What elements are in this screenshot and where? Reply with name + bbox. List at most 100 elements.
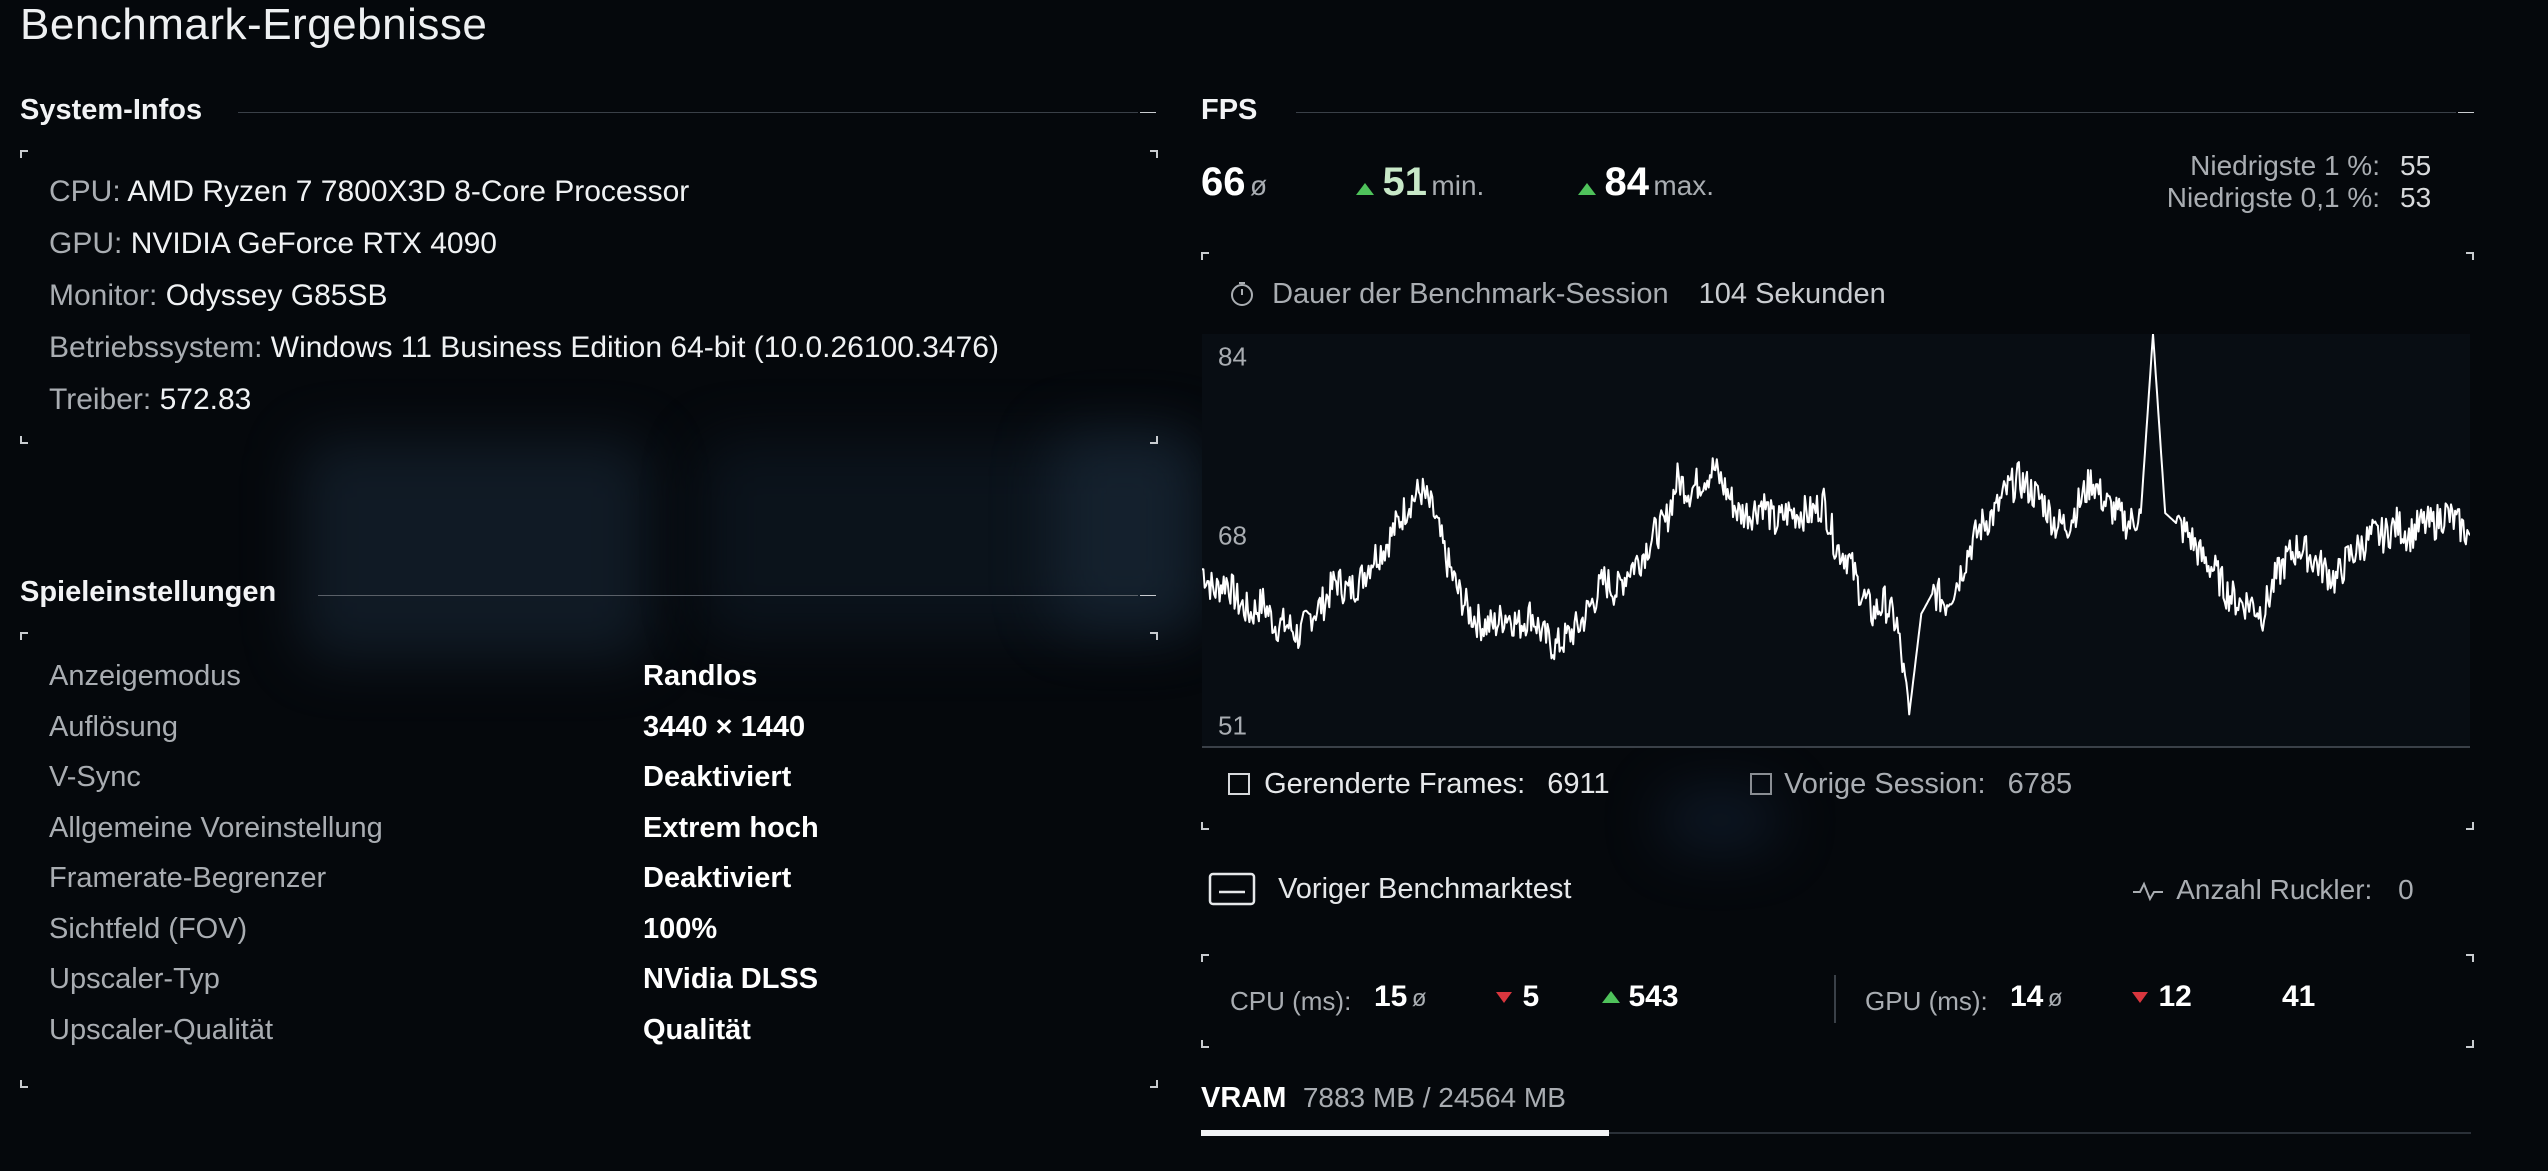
vram: VRAM 7883 MB / 24564 MB <box>1201 1082 1566 1115</box>
gpu-max-value: 41 <box>2282 980 2316 1013</box>
vram-fill-bar <box>1201 1130 1609 1136</box>
gpu-min-value: 12 <box>2158 980 2192 1013</box>
frame-corner <box>1201 954 1209 962</box>
setting-label: Allgemeine Voreinstellung <box>49 812 383 844</box>
cpu-min-value: 5 <box>1522 980 1540 1013</box>
low-01-label: Niedrigste 0,1 %: <box>2166 182 2380 213</box>
gpu-min: 12 <box>2132 980 2192 1014</box>
pulse-icon <box>2133 881 2163 902</box>
arrow-down-icon <box>2132 992 2148 1003</box>
page-title: Benchmark-Ergebnisse <box>20 0 488 49</box>
chart-background <box>1202 334 2470 748</box>
setting-label: Sichtfeld (FOV) <box>49 913 248 945</box>
previous-session-label: Vorige Session: <box>1784 768 1986 800</box>
section-dash <box>1140 595 1156 596</box>
arrow-down-icon <box>1496 992 1512 1003</box>
stutter-count: Anzahl Ruckler: 0 <box>2132 874 2414 906</box>
cpu-ms-label-text: CPU (ms): <box>1230 986 1352 1016</box>
y-tick-label: 51 <box>1218 711 1247 741</box>
cpu-max: 543 <box>1602 980 1679 1014</box>
system-info-os: Betriebssystem: Windows 11 Business Edit… <box>49 331 999 365</box>
previous-benchmark-label: Voriger Benchmarktest <box>1278 873 1572 905</box>
frame-corner <box>1150 436 1158 444</box>
frame-corner <box>20 150 28 158</box>
section-dash <box>2458 112 2474 113</box>
cpu-label: CPU: <box>49 175 121 208</box>
frame-corner <box>1201 822 1209 830</box>
system-info-monitor: Monitor: Odyssey G85SB <box>49 279 387 313</box>
cpu-gpu-divider <box>1834 975 1836 1023</box>
gpu-average-value: 14 <box>2010 980 2044 1013</box>
section-divider <box>318 595 1138 596</box>
y-tick-label: 68 <box>1218 520 1247 550</box>
arrow-up-icon <box>1356 183 1374 195</box>
frame-corner <box>1201 1040 1209 1048</box>
fps-average-value: 66 <box>1201 160 1246 204</box>
section-divider <box>238 112 1138 113</box>
vram-value: 7883 MB / 24564 MB <box>1302 1082 1566 1113</box>
setting-value: Deaktiviert <box>643 761 792 793</box>
system-info-driver: Treiber: 572.83 <box>49 383 251 417</box>
background-blur <box>1050 430 1200 630</box>
fps-max-unit: max. <box>1653 170 1715 201</box>
game-settings-heading: Spieleinstellungen <box>20 576 277 608</box>
gpu-label: GPU: <box>49 227 123 260</box>
arrow-up-icon <box>1602 991 1620 1003</box>
setting-label: Auflösung <box>49 711 178 743</box>
rendered-frames: Gerenderte Frames: 6911 <box>1228 768 1610 801</box>
gpu-value: NVIDIA GeForce RTX 4090 <box>130 227 497 260</box>
low-01-value: 53 <box>2400 182 2432 213</box>
setting-label: V-Sync <box>49 761 141 793</box>
setting-value: Extrem hoch <box>643 812 819 844</box>
gpu-average: 14 ø <box>2010 980 2063 1014</box>
background-blur <box>300 440 650 660</box>
setting-value: Deaktiviert <box>643 862 792 894</box>
arrow-up-icon <box>1578 183 1596 195</box>
setting-label: Anzeigemodus <box>49 660 241 692</box>
fps-max-value: 84 <box>1604 160 1649 204</box>
driver-value: 572.83 <box>159 383 252 416</box>
os-value: Windows 11 Business Edition 64-bit (10.0… <box>270 331 999 364</box>
section-divider <box>1296 112 2456 113</box>
cpu-average-unit: ø <box>1411 985 1427 1012</box>
previous-session-checkbox[interactable] <box>1750 773 1772 795</box>
session-duration: Dauer der Benchmark-Session 104 Sekunden <box>1228 278 1886 311</box>
stopwatch-icon <box>1231 282 1253 306</box>
os-label: Betriebssystem: <box>49 331 263 364</box>
stutter-label: Anzahl Ruckler: <box>2176 874 2373 905</box>
frame-corner <box>1150 1080 1158 1088</box>
fps-min-value: 51 <box>1382 160 1427 204</box>
gpu-average-unit: ø <box>2047 985 2063 1012</box>
setting-label: Framerate-Begrenzer <box>49 862 327 894</box>
cpu-average-value: 15 <box>1374 980 1408 1013</box>
cpu-min: 5 <box>1496 980 1539 1014</box>
setting-value: 100% <box>643 913 718 945</box>
system-info-cpu: CPU: AMD Ryzen 7 7800X3D 8-Core Processo… <box>49 175 689 209</box>
fps-average-unit: ø <box>1249 170 1268 201</box>
cpu-value: AMD Ryzen 7 7800X3D 8-Core Processor <box>127 175 690 208</box>
previous-benchmark-button[interactable]: Voriger Benchmarktest <box>1208 872 1571 906</box>
frame-corner <box>2466 822 2474 830</box>
monitor-value: Odyssey G85SB <box>165 279 388 312</box>
setting-value: Randlos <box>643 660 758 692</box>
session-duration-value: 104 Sekunden <box>1698 278 1886 310</box>
frame-corner <box>1150 150 1158 158</box>
previous-session: Vorige Session: 6785 <box>1750 768 2072 801</box>
frame-corner <box>20 632 28 640</box>
frame-corner <box>2466 954 2474 962</box>
rendered-frames-label: Gerenderte Frames: <box>1264 768 1526 800</box>
fps-max: 84 max. <box>1578 160 1714 205</box>
setting-value: 3440 × 1440 <box>643 711 806 743</box>
system-info-gpu: GPU: NVIDIA GeForce RTX 4090 <box>49 227 497 261</box>
setting-label: Upscaler-Typ <box>49 963 220 995</box>
frame-corner <box>1201 252 1209 260</box>
rendered-frames-checkbox[interactable] <box>1228 773 1250 795</box>
rendered-frames-value: 6911 <box>1547 768 1610 800</box>
driver-label: Treiber: <box>49 383 152 416</box>
benchmark-icon <box>1208 872 1256 906</box>
gpu-ms-label-text: GPU (ms): <box>1865 986 1988 1016</box>
frame-corner <box>20 1080 28 1088</box>
session-duration-label: Dauer der Benchmark-Session <box>1272 278 1669 310</box>
frame-corner <box>1150 632 1158 640</box>
setting-value: Qualität <box>643 1014 751 1046</box>
